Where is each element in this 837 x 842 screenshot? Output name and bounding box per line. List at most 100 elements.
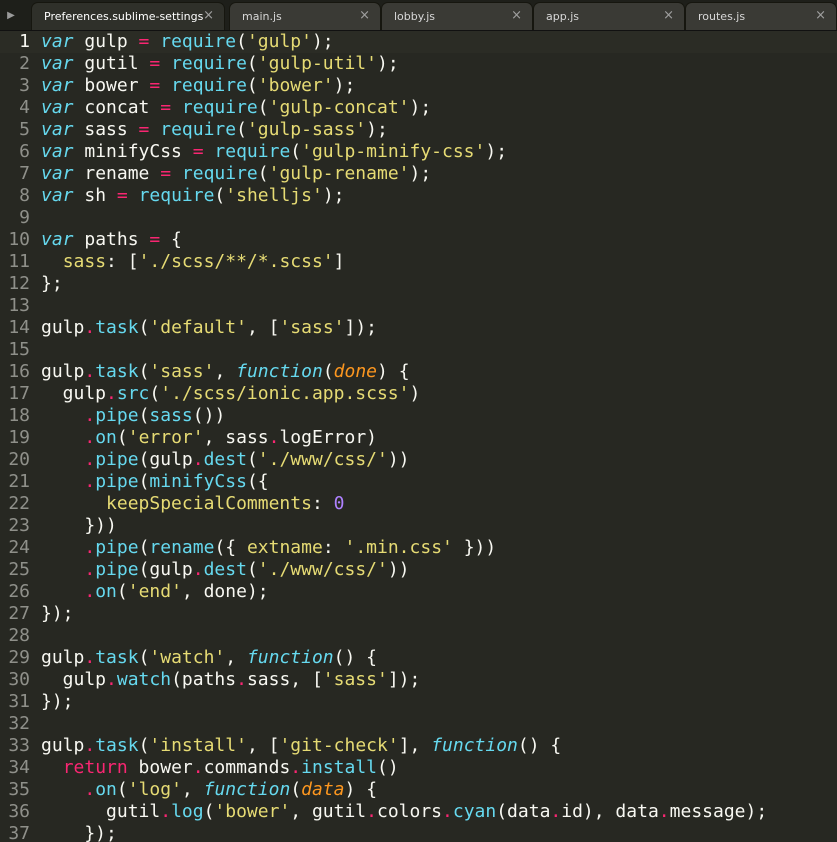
code-token: (	[116, 581, 128, 602]
line-number: 36	[8, 801, 30, 822]
code-text: var bower = require('bower');	[41, 75, 355, 97]
tab-3[interactable]: lobby.js ×	[381, 2, 533, 30]
code-token: () {	[333, 647, 378, 668]
code-token: var	[41, 185, 74, 206]
code-line[interactable]: 8 var sh = require('shelljs');	[0, 185, 837, 207]
code-line[interactable]: 12};	[0, 273, 837, 295]
code-line[interactable]: 23 }))	[0, 515, 837, 537]
line-number: 29	[8, 647, 30, 668]
code-line[interactable]: 3 var bower = require('bower');	[0, 75, 837, 97]
code-line[interactable]: 34 return bower.commands.install()	[0, 757, 837, 779]
close-icon[interactable]: ×	[511, 9, 522, 23]
code-token: 'watch'	[149, 647, 226, 668]
code-line[interactable]: 2 var gutil = require('gulp-util');	[0, 53, 837, 75]
code-line[interactable]: 20 .pipe(gulp.dest('./www/css/'))	[0, 449, 837, 471]
code-token: gutil	[73, 53, 150, 74]
code-token: (	[290, 779, 302, 800]
code-line[interactable]: 35 .on('log', function(data) {	[0, 779, 837, 801]
tab-2[interactable]: main.js ×	[229, 2, 381, 30]
code-line[interactable]: 24 .pipe(rename({ extname: '.min.css' })…	[0, 537, 837, 559]
code-token: {	[160, 229, 182, 250]
code-line[interactable]: 11 sass: ['./scss/**/*.scss']	[0, 251, 837, 273]
code-token: });	[41, 603, 74, 624]
code-token: on	[95, 581, 117, 602]
code-text: var minifyCss = require('gulp-minify-css…	[41, 141, 507, 163]
code-line[interactable]: 30 gulp.watch(paths.sass, ['sass']);	[0, 669, 837, 691]
code-token: :	[322, 537, 345, 558]
code-line[interactable]: 28	[0, 625, 837, 647]
code-token: 'install'	[149, 735, 247, 756]
code-line[interactable]: 32	[0, 713, 837, 735]
code-token: pipe	[95, 537, 139, 558]
close-icon[interactable]: ×	[203, 9, 214, 23]
tab-5[interactable]: routes.js ×	[685, 2, 837, 30]
code-line[interactable]: 4 var concat = require('gulp-concat');	[0, 97, 837, 119]
code-line[interactable]: 15	[0, 339, 837, 361]
code-line[interactable]: 1 var gulp = require('gulp');	[0, 31, 837, 53]
code-line[interactable]: 26 .on('end', done);	[0, 581, 837, 603]
code-token: pipe	[95, 559, 139, 580]
code-text: .on('error', sass.logError)	[41, 427, 377, 449]
code-line[interactable]: 16 gulp.task('sass', function(done) {	[0, 361, 837, 383]
close-icon[interactable]: ×	[815, 9, 826, 23]
code-text: gulp.task('default', ['sass']);	[41, 317, 377, 339]
line-number: 3	[19, 75, 30, 96]
close-icon[interactable]: ×	[663, 9, 674, 23]
line-number: 28	[8, 625, 30, 646]
close-icon[interactable]: ×	[359, 9, 370, 23]
code-text: var rename = require('gulp-rename');	[41, 163, 431, 185]
tab-1[interactable]: Preferences.sublime-settings ×	[31, 2, 225, 30]
code-token: }))	[452, 537, 497, 558]
sidebar-toggle-icon[interactable]: ▶	[0, 0, 22, 30]
code-token: , gutil	[290, 801, 367, 822]
code-token: logError)	[279, 427, 378, 448]
tab-4[interactable]: app.js ×	[533, 2, 685, 30]
code-token: var	[41, 163, 74, 184]
code-token: bower	[127, 757, 193, 778]
code-line[interactable]: 29 gulp.task('watch', function() {	[0, 647, 837, 669]
code-token: .	[192, 757, 204, 778]
code-line[interactable]: 10 var paths = {	[0, 229, 837, 251]
line-number: 34	[8, 757, 30, 778]
line-number: 31	[8, 691, 30, 712]
code-line[interactable]: 21 .pipe(minifyCss({	[0, 471, 837, 493]
code-token: minifyCss	[149, 471, 247, 492]
code-line[interactable]: 25 .pipe(gulp.dest('./www/css/'))	[0, 559, 837, 581]
code-line[interactable]: 5 var sass = require('gulp-sass');	[0, 119, 837, 141]
code-line[interactable]: 19 .on('error', sass.logError)	[0, 427, 837, 449]
code-token: );	[376, 53, 399, 74]
code-token: return	[62, 757, 128, 778]
code-line[interactable]: 33 gulp.task('install', ['git-check'], fu…	[0, 735, 837, 757]
code-token: (	[257, 97, 269, 118]
code-editor[interactable]: 1 var gulp = require('gulp'); 2 var gutil =…	[0, 31, 837, 842]
code-line[interactable]: 6 var minifyCss = require('gulp-minify-cs…	[0, 141, 837, 163]
code-line[interactable]: 17 gulp.src('./scss/ionic.app.scss')	[0, 383, 837, 405]
code-line[interactable]: 9	[0, 207, 837, 229]
code-line[interactable]: 37 });	[0, 823, 837, 842]
code-line[interactable]: 36 gutil.log('bower', gutil.colors.cyan(…	[0, 801, 837, 823]
line-number: 26	[8, 581, 30, 602]
line-number: 15	[8, 339, 30, 360]
code-token: });	[41, 691, 74, 712]
code-token: =	[138, 119, 150, 140]
code-token: (gulp	[138, 449, 193, 470]
tab-label: routes.js	[698, 10, 746, 23]
code-token: (data	[496, 801, 551, 822]
code-line[interactable]: 31});	[0, 691, 837, 713]
code-line[interactable]: 7 var rename = require('gulp-rename');	[0, 163, 837, 185]
line-number: 21	[8, 471, 30, 492]
code-token: ,	[225, 647, 247, 668]
code-line[interactable]: 18 .pipe(sass())	[0, 405, 837, 427]
code-line[interactable]: 22 keepSpecialComments: 0	[0, 493, 837, 515]
code-line[interactable]: 27});	[0, 603, 837, 625]
code-token: (	[203, 801, 215, 822]
code-line[interactable]: 13	[0, 295, 837, 317]
code-token: ]);	[387, 669, 421, 690]
code-line[interactable]: 14 gulp.task('default', ['sass']);	[0, 317, 837, 339]
code-token: ()	[377, 757, 399, 778]
